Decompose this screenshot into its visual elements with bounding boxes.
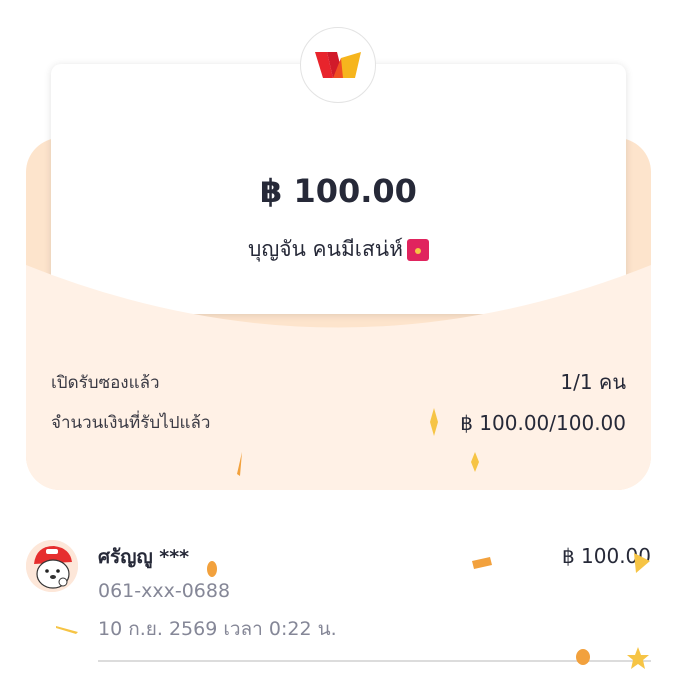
stat-opened: เปิดรับซองแล้ว 1/1 คน bbox=[51, 366, 626, 398]
recipient-row: ศรัญญู *** 061-xxx-0688 10 ก.ย. 2569 เวล… bbox=[26, 540, 651, 670]
envelope-front bbox=[26, 240, 651, 490]
recipient-phone: 061-xxx-0688 bbox=[98, 580, 231, 602]
recipient-amount: ฿ 100.00 bbox=[561, 544, 651, 568]
w-logo-icon bbox=[315, 52, 361, 78]
packet-amount: ฿ 100.00 bbox=[260, 172, 417, 210]
recipient-name: ศรัญญู *** bbox=[98, 546, 190, 568]
stat-amount-label: จำนวนเงินที่รับไปแล้ว bbox=[51, 413, 211, 433]
stat-amount-value: ฿ 100.00/100.00 bbox=[460, 410, 626, 435]
stat-amount: จำนวนเงินที่รับไปแล้ว ฿ 100.00/100.00 bbox=[51, 409, 626, 436]
stat-opened-value: 1/1 คน bbox=[560, 370, 626, 394]
cartoon-avatar-icon bbox=[26, 540, 78, 592]
row-divider bbox=[98, 660, 651, 662]
logo-badge bbox=[300, 27, 376, 103]
recipient-datetime: 10 ก.ย. 2569 เวลา 0:22 น. bbox=[98, 618, 337, 640]
stat-opened-label: เปิดรับซองแล้ว bbox=[51, 372, 160, 393]
